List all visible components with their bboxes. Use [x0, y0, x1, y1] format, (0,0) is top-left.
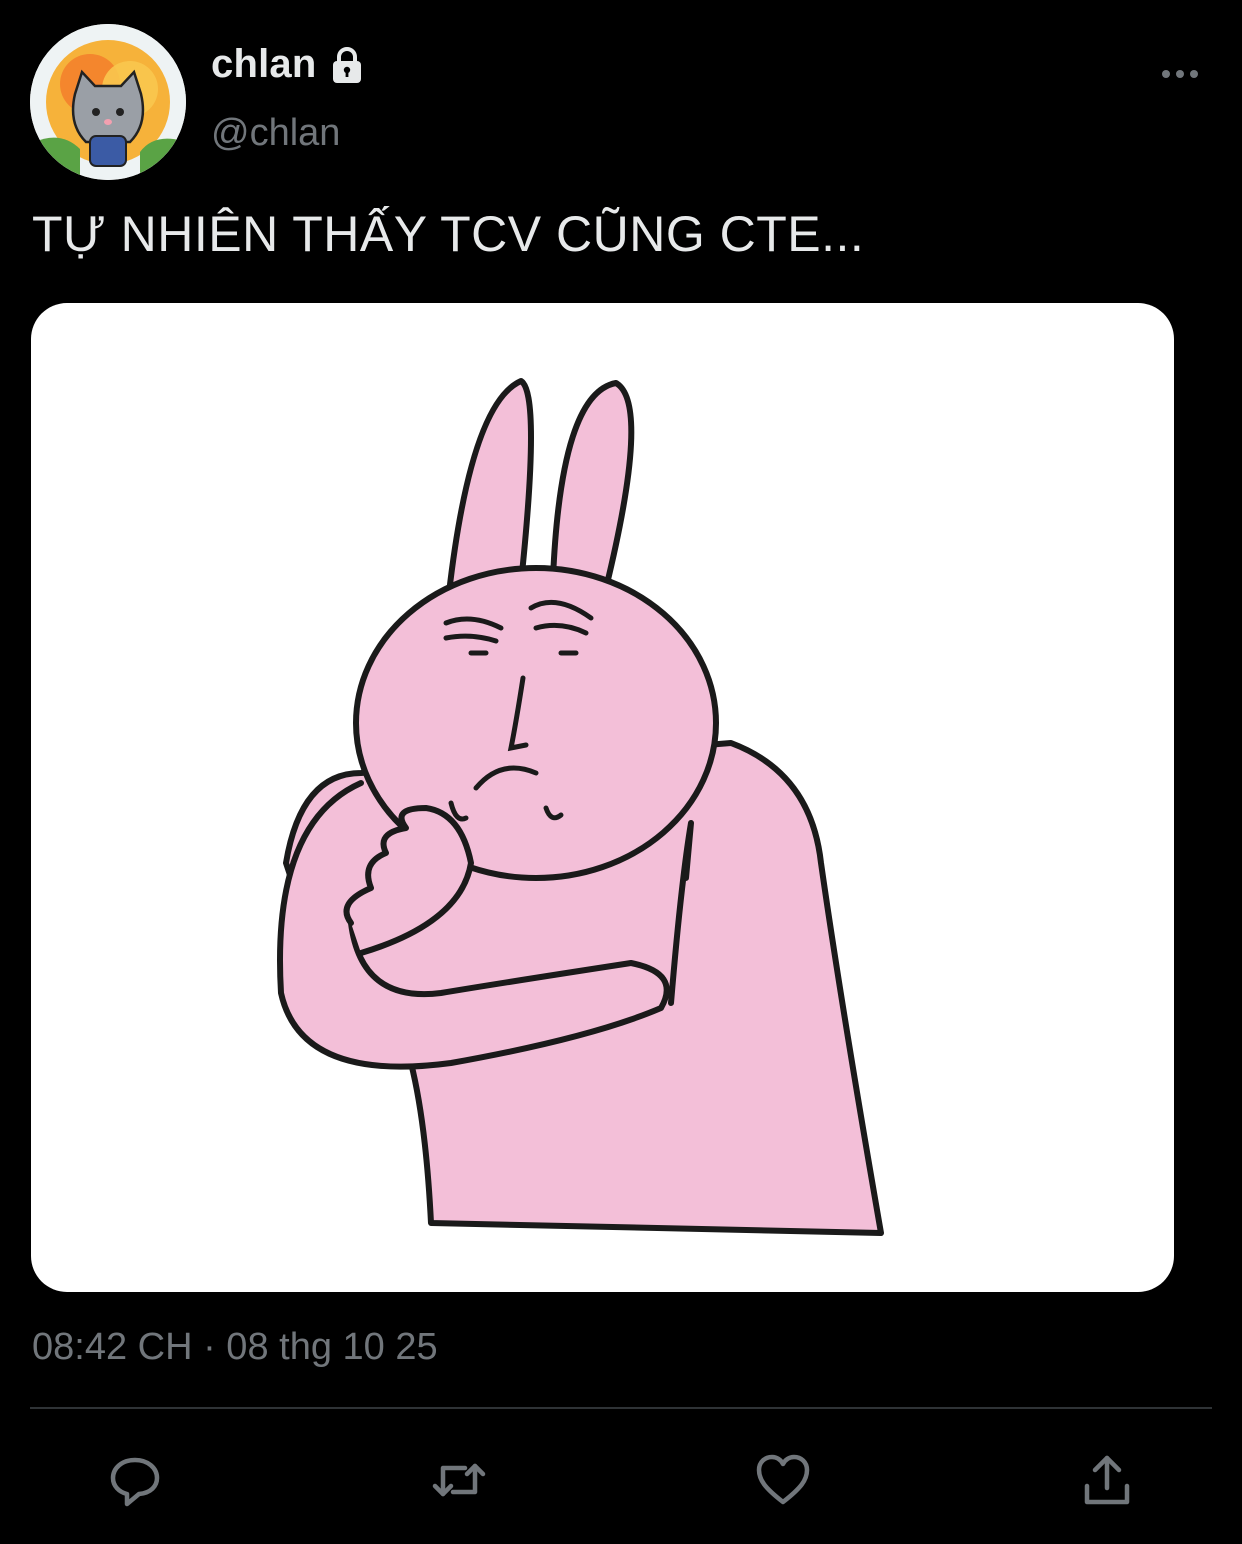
share-icon: [1084, 1455, 1130, 1505]
bunny-meme-image: [277, 378, 884, 1236]
author-name-row: chlan: [211, 42, 368, 87]
divider: [30, 1407, 1212, 1409]
tweet-timestamp[interactable]: 08:42 CH · 08 thg 10 25: [32, 1326, 438, 1369]
lock-icon: [333, 46, 362, 83]
avatar-image: [30, 24, 186, 180]
share-button[interactable]: [1075, 1448, 1139, 1512]
more-options-button[interactable]: [1155, 56, 1205, 92]
retweet-icon: [432, 1463, 486, 1497]
like-button[interactable]: [751, 1448, 815, 1512]
retweet-button[interactable]: [427, 1448, 491, 1512]
tweet-media[interactable]: [31, 303, 1174, 1292]
display-name[interactable]: chlan: [211, 42, 316, 87]
user-handle[interactable]: @chlan: [211, 112, 340, 155]
avatar[interactable]: [30, 24, 186, 180]
more-horizontal-icon: [1162, 70, 1198, 78]
tweet-text: TỰ NHIÊN THẤY TCV CŨNG CTE...: [32, 206, 865, 262]
heart-icon: [756, 1454, 810, 1505]
reply-icon: [110, 1457, 160, 1507]
reply-button[interactable]: [103, 1448, 167, 1512]
